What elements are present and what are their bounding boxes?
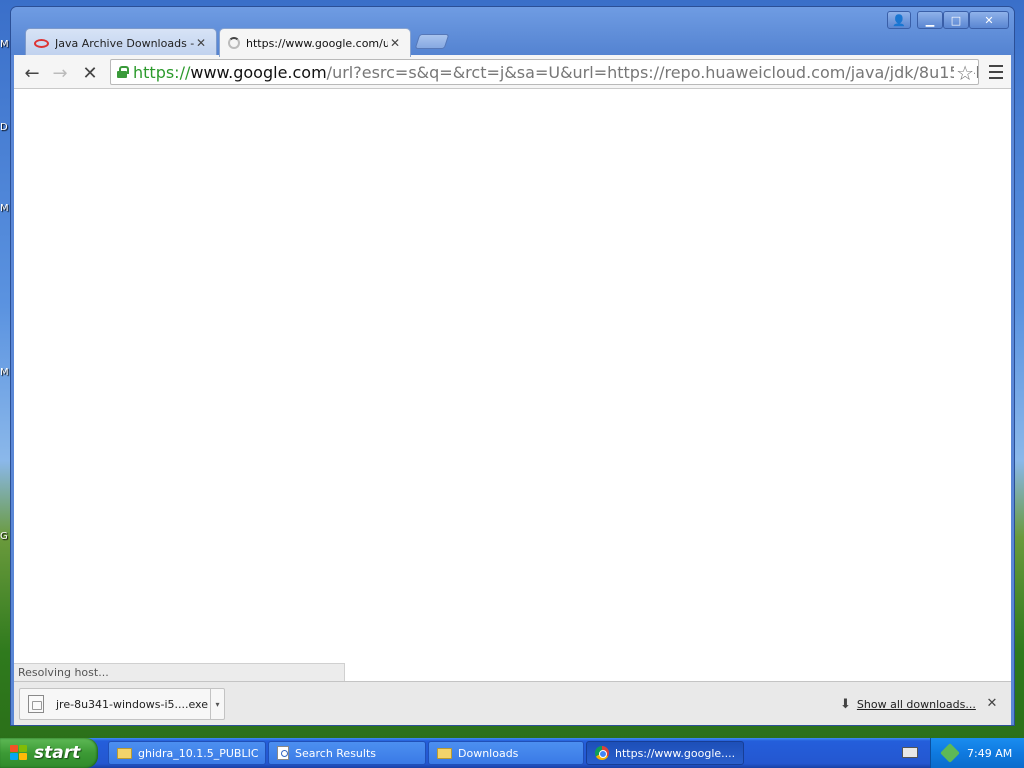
tab-close-icon[interactable]: ✕ bbox=[194, 36, 208, 50]
bookmark-star-icon[interactable]: ☆ bbox=[954, 61, 974, 84]
browser-toolbar: ← → ✕ https:// www.google.com /url?esrc=… bbox=[14, 55, 1011, 89]
taskbar-item-ghidra-folder[interactable]: ghidra_10.1.5_PUBLIC bbox=[108, 741, 266, 765]
taskbar-item-label: Downloads bbox=[458, 746, 519, 760]
address-bar[interactable]: https:// www.google.com /url?esrc=s&q=&r… bbox=[110, 59, 979, 85]
close-download-shelf-button[interactable]: ✕ bbox=[983, 694, 1001, 712]
oracle-icon bbox=[34, 38, 49, 48]
folder-icon bbox=[117, 747, 132, 759]
title-bar[interactable]: Java Archive Downloads - Ja ✕ https://ww… bbox=[11, 7, 1014, 57]
network-tray-icon[interactable] bbox=[940, 743, 960, 763]
url-host: www.google.com bbox=[190, 62, 327, 82]
download-filename: jre-8u341-windows-i5....exe bbox=[56, 697, 208, 711]
tab-java-archive[interactable]: Java Archive Downloads - Ja ✕ bbox=[25, 28, 217, 57]
status-bubble: Resolving host... bbox=[14, 663, 345, 681]
download-dropdown-button[interactable]: ▾ bbox=[210, 689, 224, 719]
url-scheme: https:// bbox=[133, 62, 191, 82]
new-tab-button[interactable] bbox=[414, 34, 450, 49]
start-label: start bbox=[34, 743, 81, 763]
chrome-icon bbox=[595, 746, 609, 760]
lock-icon[interactable] bbox=[117, 66, 129, 78]
tab-google-redirect[interactable]: https://www.google.com/url ✕ bbox=[219, 28, 411, 57]
maximize-button[interactable]: □ bbox=[943, 11, 969, 29]
tab-title: https://www.google.com/url bbox=[246, 36, 388, 50]
page-content[interactable] bbox=[14, 89, 1011, 681]
loading-spinner-icon bbox=[228, 37, 240, 49]
download-shelf: jre-8u341-windows-i5....exe ▾ ⬇ Show all… bbox=[14, 681, 1011, 725]
profile-button[interactable]: 👤 bbox=[887, 11, 911, 29]
installer-file-icon bbox=[28, 695, 44, 713]
close-window-button[interactable]: ✕ bbox=[969, 11, 1009, 29]
search-results-icon bbox=[277, 746, 289, 760]
system-tray: 7:49 AM bbox=[930, 738, 1024, 768]
tab-close-icon[interactable]: ✕ bbox=[388, 36, 402, 50]
taskbar-item-label: Search Results bbox=[295, 746, 377, 760]
folder-icon bbox=[437, 747, 452, 759]
minimize-button[interactable]: ▁ bbox=[917, 11, 943, 29]
clock[interactable]: 7:49 AM bbox=[967, 747, 1012, 760]
tab-title: Java Archive Downloads - Ja bbox=[55, 36, 194, 50]
language-bar-keyboard-icon[interactable] bbox=[902, 747, 918, 758]
browser-window: Java Archive Downloads - Ja ✕ https://ww… bbox=[10, 6, 1015, 726]
download-arrow-icon: ⬇ bbox=[840, 696, 851, 712]
taskbar-item-search-results[interactable]: Search Results bbox=[268, 741, 426, 765]
back-button[interactable]: ← bbox=[20, 61, 44, 85]
chrome-menu-button[interactable] bbox=[987, 63, 1005, 81]
show-all-downloads-link[interactable]: ⬇ Show all downloads... bbox=[840, 696, 976, 712]
taskbar: start ghidra_10.1.5_PUBLIC Search Result… bbox=[0, 738, 1024, 768]
forward-button[interactable]: → bbox=[48, 61, 72, 85]
taskbar-item-label: https://www.google.... bbox=[615, 746, 736, 760]
url-path: /url?esrc=s&q=&rct=j&sa=U&url=https://re… bbox=[326, 62, 979, 82]
windows-logo-icon bbox=[10, 745, 28, 761]
taskbar-item-chrome[interactable]: https://www.google.... bbox=[586, 741, 744, 765]
taskbar-item-downloads-folder[interactable]: Downloads bbox=[428, 741, 584, 765]
download-item[interactable]: jre-8u341-windows-i5....exe ▾ bbox=[19, 688, 225, 720]
show-all-label: Show all downloads... bbox=[856, 697, 976, 711]
start-button[interactable]: start bbox=[0, 738, 98, 768]
stop-loading-button[interactable]: ✕ bbox=[78, 61, 102, 85]
taskbar-item-label: ghidra_10.1.5_PUBLIC bbox=[138, 746, 259, 760]
